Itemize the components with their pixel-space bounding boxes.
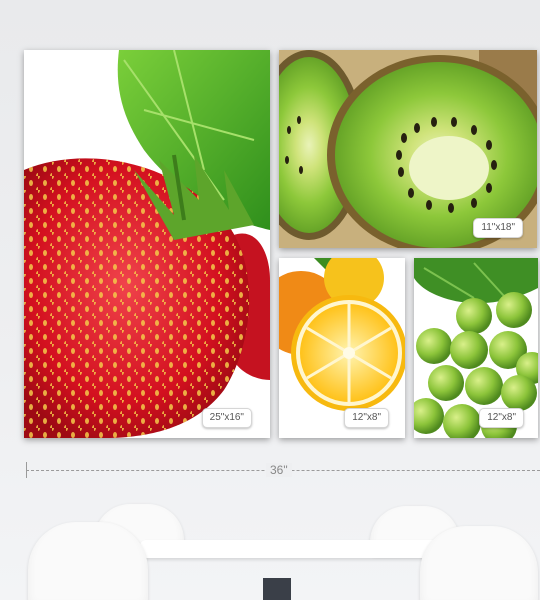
wall-scene: 25"x16" 11"x18" 12"x8" 12"x8" 36"	[0, 0, 540, 600]
orange-print: 12"x8"	[279, 258, 405, 438]
size-label: 12"x8"	[344, 408, 389, 428]
grapes-print: 12"x8"	[414, 258, 538, 438]
table-top	[140, 540, 440, 558]
chair-front-right	[420, 526, 538, 600]
size-label: 12"x8"	[479, 408, 524, 428]
strawberry-print: 25"x16"	[24, 50, 270, 438]
chair-front-left	[28, 522, 148, 600]
size-label: 11"x18"	[473, 218, 523, 238]
floor-object	[263, 578, 291, 600]
strawberry-image	[24, 50, 270, 438]
size-label: 25"x16"	[201, 408, 252, 428]
dimension-label: 36"	[266, 463, 292, 477]
kiwi-print: 11"x18"	[279, 50, 537, 248]
